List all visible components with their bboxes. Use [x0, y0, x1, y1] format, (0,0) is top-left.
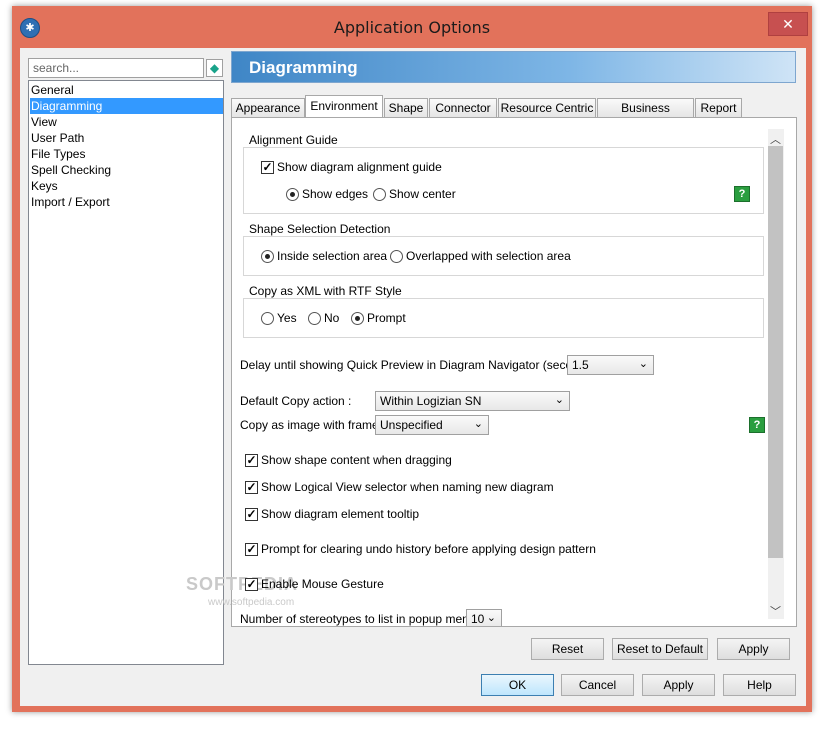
copy-xml-prompt-radio[interactable]	[351, 312, 364, 325]
tab-connector[interactable]: Connector	[429, 98, 497, 117]
tab-resource-centric[interactable]: Resource Centric	[498, 98, 596, 117]
prompt-undo-checkbox[interactable]: ✓	[245, 543, 258, 556]
delay-label: Delay until showing Quick Preview in Dia…	[240, 358, 603, 372]
enable-mouse-gesture-label: Enable Mouse Gesture	[261, 577, 384, 591]
search-go-button[interactable]: ◆	[206, 59, 223, 77]
show-logical-view-label: Show Logical View selector when naming n…	[261, 480, 554, 494]
reset-button[interactable]: Reset	[531, 638, 604, 660]
stereotypes-row-clip: Number of stereotypes to list in popup m…	[232, 606, 767, 626]
dialog-apply-button[interactable]: Apply	[642, 674, 715, 696]
stereotypes-value: 10	[471, 612, 485, 626]
tab-business-process[interactable]: Business Process	[597, 98, 694, 133]
show-edges-radio[interactable]	[286, 188, 299, 201]
alignment-help-icon[interactable]: ?	[734, 186, 750, 202]
scroll-up-icon[interactable]: ︿	[770, 131, 781, 147]
panel-header: Diagramming	[231, 51, 796, 83]
show-alignment-guide-label: Show diagram alignment guide	[277, 160, 442, 174]
show-shape-content-checkbox[interactable]: ✓	[245, 454, 258, 467]
copy-xml-prompt-label: Prompt	[367, 311, 406, 325]
chevron-down-icon: ⌄	[486, 612, 496, 624]
copy-xml-yes-radio[interactable]	[261, 312, 274, 325]
inside-selection-radio[interactable]	[261, 250, 274, 263]
show-center-label: Show center	[389, 187, 456, 201]
scrollbar-thumb[interactable]	[768, 146, 783, 558]
chevron-down-icon: ⌄	[554, 394, 564, 406]
ok-button[interactable]: OK	[481, 674, 554, 696]
enable-mouse-gesture-checkbox[interactable]: ✓	[245, 578, 258, 591]
show-edges-label: Show edges	[302, 187, 369, 201]
default-copy-value: Within Logizian SN	[380, 394, 482, 408]
show-center-radio[interactable]	[373, 188, 386, 201]
scroll-down-icon[interactable]: ﹀	[770, 603, 781, 619]
show-alignment-guide-checkbox[interactable]: ✓	[261, 161, 274, 174]
chevron-down-icon: ⌄	[473, 418, 483, 430]
show-shape-content-label: Show shape content when dragging	[261, 453, 452, 467]
tree-item-general[interactable]: General	[30, 82, 223, 98]
panel-title: Diagramming	[249, 58, 358, 77]
copy-xml-no-radio[interactable]	[308, 312, 321, 325]
overlapped-selection-label: Overlapped with selection area	[406, 249, 571, 263]
copy-xml-yes-label: Yes	[277, 311, 297, 325]
tree-item-user-path[interactable]: User Path	[30, 130, 223, 146]
delay-value: 1.5	[572, 358, 589, 372]
alignment-guide-title: Alignment Guide	[246, 133, 341, 147]
default-copy-label: Default Copy action :	[240, 394, 352, 408]
cancel-button[interactable]: Cancel	[561, 674, 634, 696]
close-icon: ✕	[782, 16, 794, 32]
copy-frame-combo[interactable]: Unspecified ⌄	[375, 415, 489, 435]
chevron-down-icon: ⌄	[638, 358, 648, 370]
tree-item-import-export[interactable]: Import / Export	[30, 194, 223, 210]
show-logical-view-checkbox[interactable]: ✓	[245, 481, 258, 494]
tree-item-view[interactable]: View	[30, 114, 223, 130]
tab-environment[interactable]: Environment	[305, 95, 383, 118]
reset-to-default-button[interactable]: Reset to Default	[612, 638, 708, 660]
default-copy-combo[interactable]: Within Logizian SN ⌄	[375, 391, 570, 411]
overlapped-selection-radio[interactable]	[390, 250, 403, 263]
search-input[interactable]: search...	[28, 58, 204, 78]
tree-item-diagramming[interactable]: Diagramming	[30, 98, 223, 114]
shape-selection-title: Shape Selection Detection	[246, 222, 394, 236]
copy-help-icon[interactable]: ?	[749, 417, 765, 433]
delay-combo[interactable]: 1.5 ⌄	[567, 355, 654, 375]
copy-xml-no-label: No	[324, 311, 340, 325]
copy-xml-group	[243, 298, 764, 338]
prompt-undo-label: Prompt for clearing undo history before …	[261, 542, 596, 556]
stereotypes-label: Number of stereotypes to list in popup m…	[240, 612, 483, 626]
window-title: Application Options	[333, 18, 491, 37]
tab-appearance[interactable]: Appearance	[231, 98, 305, 117]
close-window-button[interactable]: ✕	[768, 12, 808, 36]
copy-frame-value: Unspecified	[380, 418, 443, 432]
copy-xml-title: Copy as XML with RTF Style	[246, 284, 405, 298]
tree-item-file-types[interactable]: File Types	[30, 146, 223, 162]
inside-selection-label: Inside selection area	[277, 249, 388, 263]
tree-item-spell-checking[interactable]: Spell Checking	[30, 162, 223, 178]
stereotypes-combo[interactable]: 10 ⌄	[466, 609, 502, 626]
tree-item-keys[interactable]: Keys	[30, 178, 223, 194]
help-button[interactable]: Help	[723, 674, 796, 696]
alignment-guide-group	[243, 147, 764, 214]
diamond-search-icon: ◆	[209, 61, 220, 75]
tab-shape[interactable]: Shape	[384, 98, 428, 117]
show-tooltip-label: Show diagram element tooltip	[261, 507, 420, 521]
copy-frame-label: Copy as image with frame :	[240, 418, 386, 432]
panel-apply-button[interactable]: Apply	[717, 638, 790, 660]
tab-report[interactable]: Report	[695, 98, 742, 117]
show-tooltip-checkbox[interactable]: ✓	[245, 508, 258, 521]
